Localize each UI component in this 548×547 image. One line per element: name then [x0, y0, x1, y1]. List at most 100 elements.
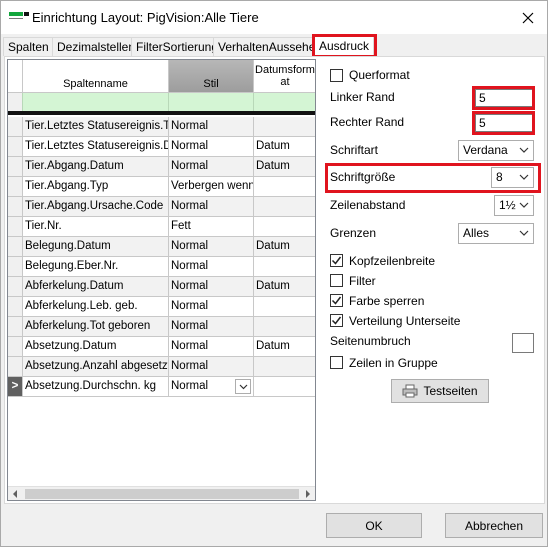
schriftgroesse-select[interactable]: 8: [491, 167, 534, 188]
stil-dropdown-button[interactable]: [235, 379, 251, 394]
cell-datumsformat[interactable]: Datum: [254, 337, 315, 357]
tab-verhaltenaussehen[interactable]: VerhaltenAussehen: [213, 37, 328, 56]
row-header[interactable]: [8, 217, 23, 237]
cell-datumsformat[interactable]: Datum: [254, 157, 315, 177]
scroll-right-icon[interactable]: [301, 487, 315, 500]
cell-spaltenname[interactable]: Tier.Nr.: [23, 217, 169, 237]
row-header[interactable]: [8, 297, 23, 317]
filter-cell-datumsformat[interactable]: [254, 93, 315, 111]
table-row[interactable]: Abferkelung.Datum Normal Datum: [8, 277, 315, 297]
farbe-sperren-checkbox[interactable]: [330, 294, 343, 307]
column-grid[interactable]: Spaltenname Stil Datumsform at Tier.Letz…: [7, 59, 316, 501]
cell-datumsformat[interactable]: [254, 257, 315, 277]
grenzen-select[interactable]: Alles: [458, 223, 534, 244]
horizontal-scrollbar[interactable]: [8, 486, 315, 500]
row-header[interactable]: [8, 157, 23, 177]
close-button[interactable]: [517, 7, 539, 29]
cell-spaltenname[interactable]: Abferkelung.Leb. geb.: [23, 297, 169, 317]
tab-spalten[interactable]: Spalten: [3, 37, 54, 56]
testseiten-button[interactable]: Testseiten: [391, 379, 489, 403]
cell-stil[interactable]: Normal: [169, 317, 254, 337]
cell-datumsformat[interactable]: Datum: [254, 277, 315, 297]
table-row[interactable]: Tier.Nr. Fett: [8, 217, 315, 237]
querformat-checkbox[interactable]: [330, 69, 343, 82]
ok-button[interactable]: OK: [326, 513, 422, 538]
filter-cell-stil[interactable]: [169, 93, 254, 111]
cell-spaltenname[interactable]: Tier.Abgang.Typ: [23, 177, 169, 197]
kopfzeilenbreite-checkbox[interactable]: [330, 254, 343, 267]
cell-spaltenname[interactable]: Abferkelung.Tot geboren: [23, 317, 169, 337]
cancel-button[interactable]: Abbrechen: [445, 513, 543, 538]
row-header[interactable]: [8, 177, 23, 197]
row-header[interactable]: [8, 237, 23, 257]
cell-stil[interactable]: Normal: [169, 117, 254, 137]
cell-spaltenname[interactable]: Absetzung.Datum: [23, 337, 169, 357]
schriftart-select[interactable]: Verdana: [458, 140, 534, 161]
cell-datumsformat[interactable]: Datum: [254, 237, 315, 257]
zeilen-in-gruppe-checkbox[interactable]: [330, 356, 343, 369]
verteilung-unterseite-checkbox[interactable]: [330, 314, 343, 327]
cell-spaltenname[interactable]: Tier.Letztes Statusereignis.D: [23, 137, 169, 157]
table-row[interactable]: Belegung.Datum Normal Datum: [8, 237, 315, 257]
header-spaltenname[interactable]: Spaltenname: [23, 60, 169, 93]
cell-datumsformat[interactable]: Datum: [254, 137, 315, 157]
linker-rand-input[interactable]: 5: [475, 89, 533, 107]
cell-datumsformat[interactable]: [254, 217, 315, 237]
table-row[interactable]: Tier.Abgang.Typ Verbergen wenn: [8, 177, 315, 197]
cell-datumsformat[interactable]: [254, 117, 315, 137]
table-row[interactable]: Abferkelung.Leb. geb. Normal: [8, 297, 315, 317]
cell-datumsformat[interactable]: [254, 357, 315, 377]
cell-stil[interactable]: Normal: [169, 257, 254, 277]
rechter-rand-input[interactable]: 5: [475, 114, 533, 132]
row-header[interactable]: [8, 317, 23, 337]
table-row[interactable]: Tier.Letztes Statusereignis.D Normal Datum: [8, 137, 315, 157]
table-row[interactable]: Absetzung.Anzahl abgesetzt Normal: [8, 357, 315, 377]
cell-datumsformat[interactable]: [254, 317, 315, 337]
cell-stil[interactable]: Fett: [169, 217, 254, 237]
row-header[interactable]: [8, 137, 23, 157]
cell-spaltenname[interactable]: Belegung.Eber.Nr.: [23, 257, 169, 277]
cell-stil[interactable]: Normal: [169, 197, 254, 217]
filter-cell-spaltenname[interactable]: [23, 93, 169, 111]
cell-datumsformat[interactable]: [254, 197, 315, 217]
cell-stil[interactable]: Normal: [169, 277, 254, 297]
row-header[interactable]: [8, 277, 23, 297]
table-row[interactable]: Abferkelung.Tot geboren Normal: [8, 317, 315, 337]
table-row[interactable]: Tier.Letztes Statusereignis.T Normal: [8, 117, 315, 137]
table-row[interactable]: Tier.Abgang.Ursache.Code Normal: [8, 197, 315, 217]
row-header[interactable]: [8, 257, 23, 277]
cell-stil[interactable]: Normal: [169, 237, 254, 257]
table-row[interactable]: > Absetzung.Durchschn. kg Normal: [8, 377, 315, 397]
cell-stil[interactable]: Normal: [169, 337, 254, 357]
cell-stil[interactable]: Verbergen wenn: [169, 177, 254, 197]
row-header[interactable]: [8, 197, 23, 217]
cell-datumsformat[interactable]: [254, 177, 315, 197]
scroll-left-icon[interactable]: [8, 487, 22, 500]
cell-spaltenname[interactable]: Tier.Abgang.Datum: [23, 157, 169, 177]
scrollbar-thumb[interactable]: [25, 489, 299, 499]
cell-stil[interactable]: Normal: [169, 157, 254, 177]
tab-filtersortierung[interactable]: FilterSortierung: [131, 37, 224, 56]
header-datumsformat[interactable]: Datumsform at: [254, 60, 315, 93]
filter-checkbox[interactable]: [330, 274, 343, 287]
cell-datumsformat[interactable]: [254, 297, 315, 317]
tab-ausdruck[interactable]: Ausdruck: [314, 36, 375, 57]
cell-spaltenname[interactable]: Tier.Abgang.Ursache.Code: [23, 197, 169, 217]
zeilenabstand-select[interactable]: 1½: [494, 195, 534, 216]
cell-stil[interactable]: Normal: [169, 377, 254, 397]
row-header[interactable]: [8, 117, 23, 137]
cell-spaltenname[interactable]: Belegung.Datum: [23, 237, 169, 257]
table-row[interactable]: Tier.Abgang.Datum Normal Datum: [8, 157, 315, 177]
cell-spaltenname[interactable]: Absetzung.Anzahl abgesetzt: [23, 357, 169, 377]
filter-row[interactable]: [8, 93, 315, 111]
current-row-indicator[interactable]: >: [8, 377, 23, 397]
seitenumbruch-input[interactable]: [512, 333, 534, 353]
cell-datumsformat[interactable]: [254, 377, 315, 397]
cell-spaltenname[interactable]: Absetzung.Durchschn. kg: [23, 377, 169, 397]
cell-stil[interactable]: Normal: [169, 357, 254, 377]
tab-dezimalstellen[interactable]: Dezimalstellen: [52, 37, 141, 56]
header-stil[interactable]: Stil: [169, 60, 254, 93]
cell-spaltenname[interactable]: Abferkelung.Datum: [23, 277, 169, 297]
cell-spaltenname[interactable]: Tier.Letztes Statusereignis.T: [23, 117, 169, 137]
row-header[interactable]: [8, 337, 23, 357]
